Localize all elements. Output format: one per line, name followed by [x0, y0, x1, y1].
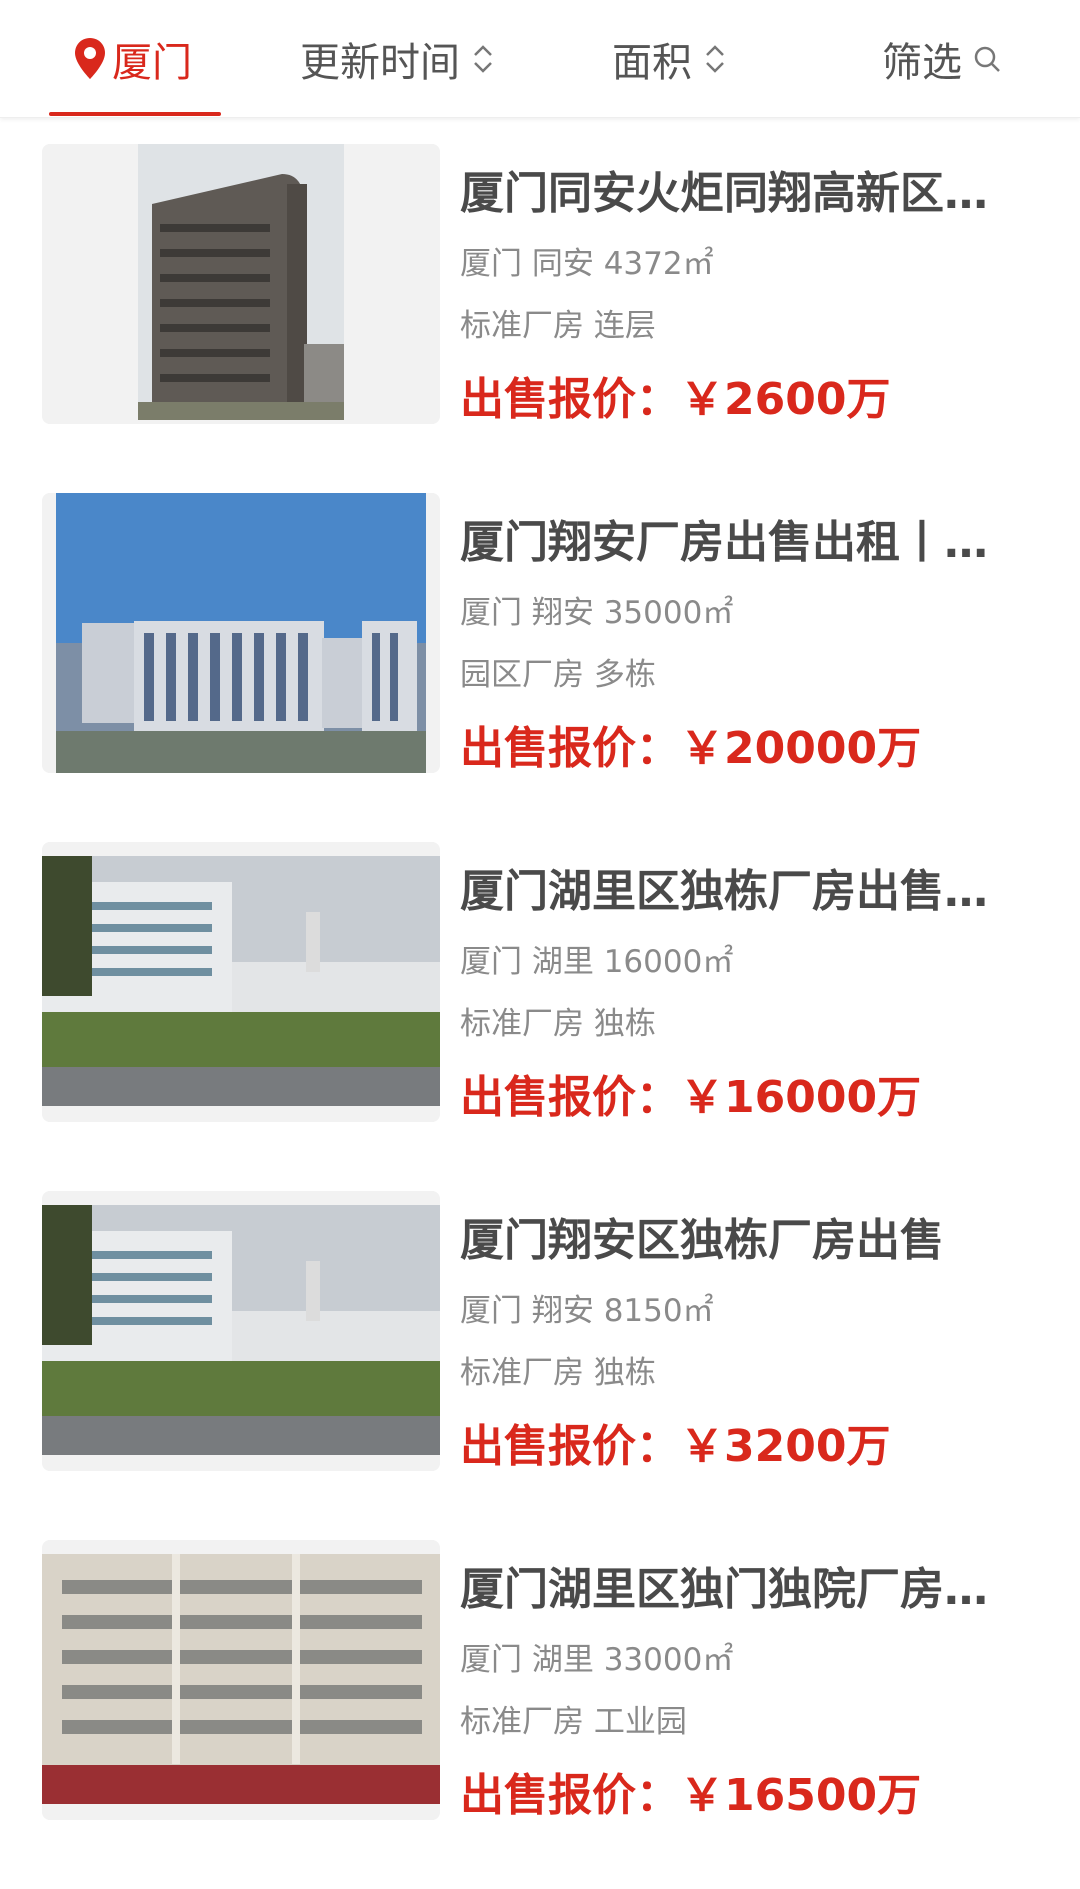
listing-item[interactable]: 厦门湖里区独门独院厂房… 厦门 湖里 33000㎡ 标准厂房 工业园 出售报价：… — [42, 1540, 1042, 1821]
price-label: 出售报价： — [460, 723, 680, 774]
city-selector[interactable]: 厦门 — [72, 0, 192, 118]
filter-button[interactable]: 筛选 — [882, 0, 1002, 118]
listing-location-area: 厦门 翔安 8150㎡ — [460, 1293, 714, 1329]
listing-price: 出售报价：￥16500万 — [460, 1768, 921, 1824]
listing-photo — [42, 493, 440, 773]
listing-photo — [42, 144, 440, 424]
listing-type: 标准厂房 独栋 — [460, 1355, 656, 1391]
sort-updown-icon — [706, 45, 724, 73]
listing-location-area: 厦门 湖里 16000㎡ — [460, 944, 734, 980]
price-label: 出售报价： — [460, 1421, 680, 1472]
sort-updown-icon — [474, 45, 492, 73]
listing-title[interactable]: 厦门翔安厂房出售出租丨… — [460, 515, 1042, 571]
price-label: 出售报价： — [460, 374, 680, 425]
location-pin-icon — [75, 38, 105, 79]
area-label: 面积 — [612, 40, 692, 86]
listing-location-area: 厦门 湖里 33000㎡ — [460, 1642, 734, 1678]
listing-title[interactable]: 厦门湖里区独栋厂房出售… — [460, 864, 1042, 920]
listing-price: 出售报价：￥20000万 — [460, 721, 921, 777]
price-value: ￥16500万 — [680, 1770, 922, 1821]
listing-photo — [42, 842, 440, 1122]
sort-area[interactable]: 面积 — [612, 0, 728, 118]
listing-price: 出售报价：￥3200万 — [460, 1419, 890, 1475]
listing-photo — [42, 1540, 440, 1820]
sort-update-time[interactable]: 更新时间 — [300, 0, 496, 118]
listing-item[interactable]: 厦门湖里区独栋厂房出售… 厦门 湖里 16000㎡ 标准厂房 独栋 出售报价：￥… — [42, 842, 1042, 1123]
filter-label: 筛选 — [882, 40, 962, 86]
listing-photo — [42, 1191, 440, 1471]
active-tab-underline — [49, 112, 221, 116]
listing-title[interactable]: 厦门同安火炬同翔高新区… — [460, 166, 1042, 222]
listing-title[interactable]: 厦门翔安区独栋厂房出售 — [460, 1213, 1042, 1269]
price-label: 出售报价： — [460, 1072, 680, 1123]
filter-bar: 厦门 更新时间 面积 筛选 — [0, 0, 1080, 118]
listing-info: 厦门翔安区独栋厂房出售 厦门 翔安 8150㎡ 标准厂房 独栋 出售报价：￥32… — [460, 1191, 1042, 1472]
listing-item[interactable]: 厦门翔安区独栋厂房出售 厦门 翔安 8150㎡ 标准厂房 独栋 出售报价：￥32… — [42, 1191, 1042, 1472]
listing-price: 出售报价：￥16000万 — [460, 1070, 921, 1126]
price-label: 出售报价： — [460, 1770, 680, 1821]
search-icon — [974, 46, 1000, 72]
listing-location-area: 厦门 翔安 35000㎡ — [460, 595, 734, 631]
price-value: ￥16000万 — [680, 1072, 922, 1123]
city-label: 厦门 — [112, 40, 192, 86]
listing-item[interactable]: 厦门翔安厂房出售出租丨… 厦门 翔安 35000㎡ 园区厂房 多栋 出售报价：￥… — [42, 493, 1042, 774]
listing-location-area: 厦门 同安 4372㎡ — [460, 246, 714, 282]
price-value: ￥20000万 — [680, 723, 922, 774]
listing-type: 标准厂房 独栋 — [460, 1006, 656, 1042]
listing-type: 园区厂房 多栋 — [460, 657, 656, 693]
price-value: ￥2600万 — [680, 374, 891, 425]
listing-type: 标准厂房 连层 — [460, 308, 656, 344]
listing-type: 标准厂房 工业园 — [460, 1704, 687, 1740]
listing-price: 出售报价：￥2600万 — [460, 372, 890, 428]
listing-info: 厦门湖里区独门独院厂房… 厦门 湖里 33000㎡ 标准厂房 工业园 出售报价：… — [460, 1540, 1042, 1821]
listing-info: 厦门翔安厂房出售出租丨… 厦门 翔安 35000㎡ 园区厂房 多栋 出售报价：￥… — [460, 493, 1042, 774]
update-time-label: 更新时间 — [300, 40, 460, 86]
listing-title[interactable]: 厦门湖里区独门独院厂房… — [460, 1562, 1042, 1618]
listing-item[interactable]: 厦门同安火炬同翔高新区… 厦门 同安 4372㎡ 标准厂房 连层 出售报价：￥2… — [42, 144, 1042, 425]
listing-info: 厦门湖里区独栋厂房出售… 厦门 湖里 16000㎡ 标准厂房 独栋 出售报价：￥… — [460, 842, 1042, 1123]
price-value: ￥3200万 — [680, 1421, 891, 1472]
listing-info: 厦门同安火炬同翔高新区… 厦门 同安 4372㎡ 标准厂房 连层 出售报价：￥2… — [460, 144, 1042, 425]
